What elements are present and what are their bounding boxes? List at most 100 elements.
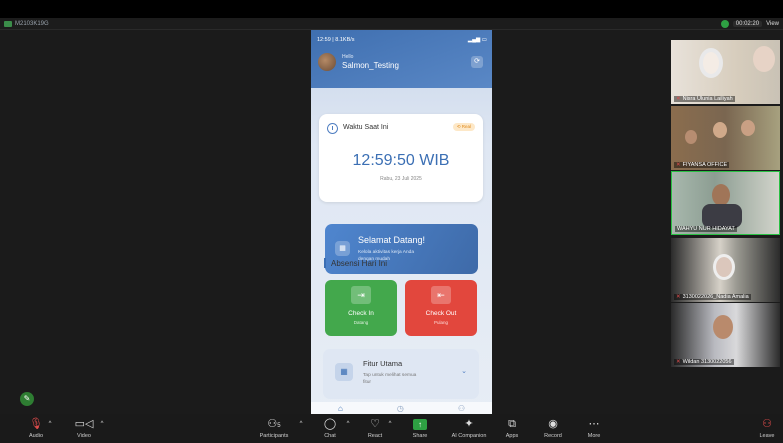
participant-face (753, 46, 775, 72)
audio-options-caret[interactable]: ^ (46, 416, 54, 432)
top-black-strip (0, 0, 783, 18)
participant-face (741, 120, 755, 136)
apps-label: Apps (505, 433, 519, 439)
chat-button[interactable]: ◯ Chat (320, 416, 340, 439)
audio-label: Audio (28, 433, 44, 439)
check-in-sub: Datang (353, 320, 369, 325)
app-header: 12:59 | 8.1KB/s ▂▄▆ ▭ Hello Salmon_Testi… (311, 30, 492, 88)
window-title: M2103K19G (15, 20, 49, 27)
participant-tile[interactable]: ✕ FIYANSA OFFICE (671, 106, 780, 170)
caret-up-icon: ^ (388, 421, 392, 427)
more-icon: ⋯ (588, 418, 600, 430)
top-right-controls: 00:02:20 View (720, 19, 779, 28)
participant-face (713, 122, 727, 138)
participant-tile[interactable]: ✕ Wildan 3130022056 (671, 303, 780, 367)
video-options-caret[interactable]: ^ (98, 416, 106, 432)
bottom-nav: ⌂ ◷ ⚇ (311, 402, 492, 414)
welcome-title: Selamat Datang! (358, 235, 426, 245)
caret-up-icon: ^ (346, 421, 350, 427)
grid-icon: ▦ (335, 363, 353, 381)
phone-status-bar: 12:59 | 8.1KB/s ▂▄▆ ▭ (317, 37, 487, 43)
share-icon: ↑ (409, 416, 431, 432)
participant-name: ✕ Wildan 3130022056 (674, 359, 734, 365)
features-title: Fitur Utama (363, 359, 403, 368)
chat-options-caret[interactable]: ^ (344, 416, 352, 432)
meeting-toolbar: 🎙 Audio ^ ▭◁ Video ^ ⚇5 Participants ^ ◯… (0, 414, 783, 443)
participant-tile[interactable]: ✕ 3130022026_Nadia Amalia (671, 238, 780, 302)
mic-muted-icon: ✕ (676, 359, 681, 365)
sparkle-icon: ✦ (464, 418, 474, 430)
share-button[interactable]: ↑ Share (409, 416, 431, 439)
video-button[interactable]: ▭◁ Video (72, 416, 96, 439)
participant-name-text: 3130022026_Nadia Amalia (682, 294, 749, 300)
section-title: Absensi Hari Ini (331, 259, 388, 268)
participants-options-caret[interactable]: ^ (297, 416, 305, 432)
history-icon[interactable]: ◷ (397, 404, 404, 413)
username-text: Salmon_Testing (342, 61, 399, 70)
dashboard-icon: ▦ (335, 241, 350, 256)
section-accent-bar (324, 258, 326, 268)
record-button[interactable]: ◉ Record (540, 416, 566, 439)
caret-up-icon: ^ (48, 421, 52, 427)
video-feed (671, 303, 780, 367)
real-badge-text: Real (461, 124, 471, 129)
mic-muted-icon: ✕ (676, 96, 681, 102)
clock-icon (327, 123, 338, 134)
zoom-top-bar: M2103K19G 00:02:20 View (0, 18, 783, 30)
login-icon: ⇥ (351, 286, 371, 304)
participant-name: ✕ Nisra Ulunia Lailiyah (674, 96, 735, 102)
participant-face (712, 184, 730, 206)
video-feed (672, 172, 779, 234)
video-label: Video (77, 433, 91, 439)
current-time-card: Waktu Saat Ini ⟲ Real 12:59:50 WIB Rabu,… (319, 114, 483, 202)
participant-tile[interactable]: ✕ Nisra Ulunia Lailiyah (671, 40, 780, 104)
check-in-button[interactable]: ⇥ Check In Datang (325, 280, 397, 336)
apps-icon: ⧉ (508, 418, 516, 430)
features-subtitle: Tap untuk melihat semua fitur (363, 373, 417, 385)
user-avatar[interactable] (318, 53, 336, 71)
check-in-label: Check In (348, 310, 374, 317)
signal-battery-icon: ▂▄▆ ▭ (467, 37, 487, 43)
window-icon (4, 20, 12, 27)
time-card-label: Waktu Saat Ini (343, 124, 389, 131)
refresh-icon[interactable]: ⟳ (471, 56, 483, 68)
chevron-down-icon[interactable]: ⌄ (461, 367, 467, 375)
participants-count: 5 (277, 423, 281, 429)
participants-label: Participants (259, 433, 289, 439)
participant-tile-active-speaker[interactable]: WAHYU NUR HIDAYAT (671, 171, 780, 235)
leave-button[interactable]: ⚇ Leave (757, 416, 777, 439)
react-button[interactable]: ♡ React (364, 416, 386, 439)
hello-text: Hello (342, 54, 354, 60)
record-icon: ◉ (548, 418, 558, 430)
ai-companion-button[interactable]: ✦ AI Companion (447, 416, 491, 439)
react-options-caret[interactable]: ^ (386, 416, 394, 432)
participant-face (713, 315, 733, 339)
check-out-label: Check Out (425, 310, 457, 317)
current-time: 12:59:50 WIB (352, 152, 450, 169)
participant-face (713, 254, 735, 280)
audio-button[interactable]: 🎙 Audio (24, 416, 48, 439)
zoom-meeting-window: M2103K19G 00:02:20 View 12:59 | 8.1KB/s … (0, 0, 783, 443)
participant-body (702, 204, 742, 228)
real-time-badge: ⟲ Real (452, 123, 475, 131)
features-card[interactable]: ▦ Fitur Utama Tap untuk melihat semua fi… (323, 349, 479, 399)
more-label: More (587, 433, 601, 439)
profile-icon[interactable]: ⚇ (458, 404, 465, 413)
participants-button[interactable]: ⚇5 Participants (256, 416, 292, 439)
apps-button[interactable]: ⧉ Apps (502, 416, 522, 439)
react-label: React (367, 433, 383, 439)
participant-name-text: WAHYU NUR HIDAYAT (677, 226, 735, 232)
participant-face (699, 48, 723, 78)
security-shield-icon[interactable] (720, 19, 729, 28)
check-out-button[interactable]: ⇤ Check Out Pulang (405, 280, 477, 336)
ai-companion-label: AI Companion (451, 433, 487, 439)
home-icon[interactable]: ⌂ (338, 404, 343, 413)
video-feed (671, 238, 780, 302)
more-button[interactable]: ⋯ More (583, 416, 605, 439)
participant-name-text: Wildan 3130022056 (682, 359, 732, 365)
annotate-icon[interactable]: ✎ (20, 392, 34, 406)
participant-face (685, 130, 697, 144)
logout-icon: ⇤ (431, 286, 451, 304)
view-button[interactable]: View (766, 21, 779, 27)
mic-muted-icon: ✕ (676, 162, 681, 168)
